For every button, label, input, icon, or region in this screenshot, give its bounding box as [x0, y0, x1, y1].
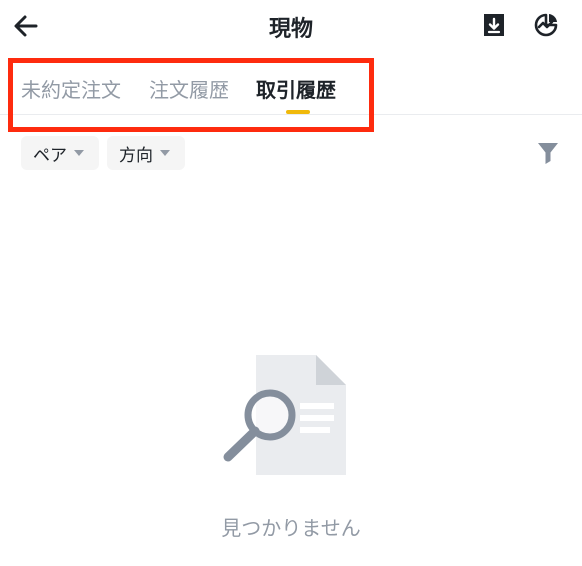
pair-filter-label: ペア [33, 145, 67, 166]
download-icon[interactable] [481, 12, 507, 38]
tabs-highlight-annotation [8, 58, 374, 132]
caret-down-icon [160, 150, 170, 156]
funnel-icon[interactable] [536, 140, 560, 166]
pair-filter-dropdown[interactable]: ペア [21, 136, 99, 170]
document-search-icon [223, 355, 346, 475]
empty-state-message: 見つかりません [221, 516, 361, 540]
direction-filter-label: 方向 [119, 145, 153, 166]
header: 現物 [0, 0, 582, 52]
empty-state: 見つかりません [0, 340, 582, 550]
direction-filter-dropdown[interactable]: 方向 [107, 136, 185, 170]
caret-down-icon [74, 150, 84, 156]
filter-bar: ペア 方向 [0, 136, 582, 170]
pie-chart-icon[interactable] [533, 12, 559, 38]
